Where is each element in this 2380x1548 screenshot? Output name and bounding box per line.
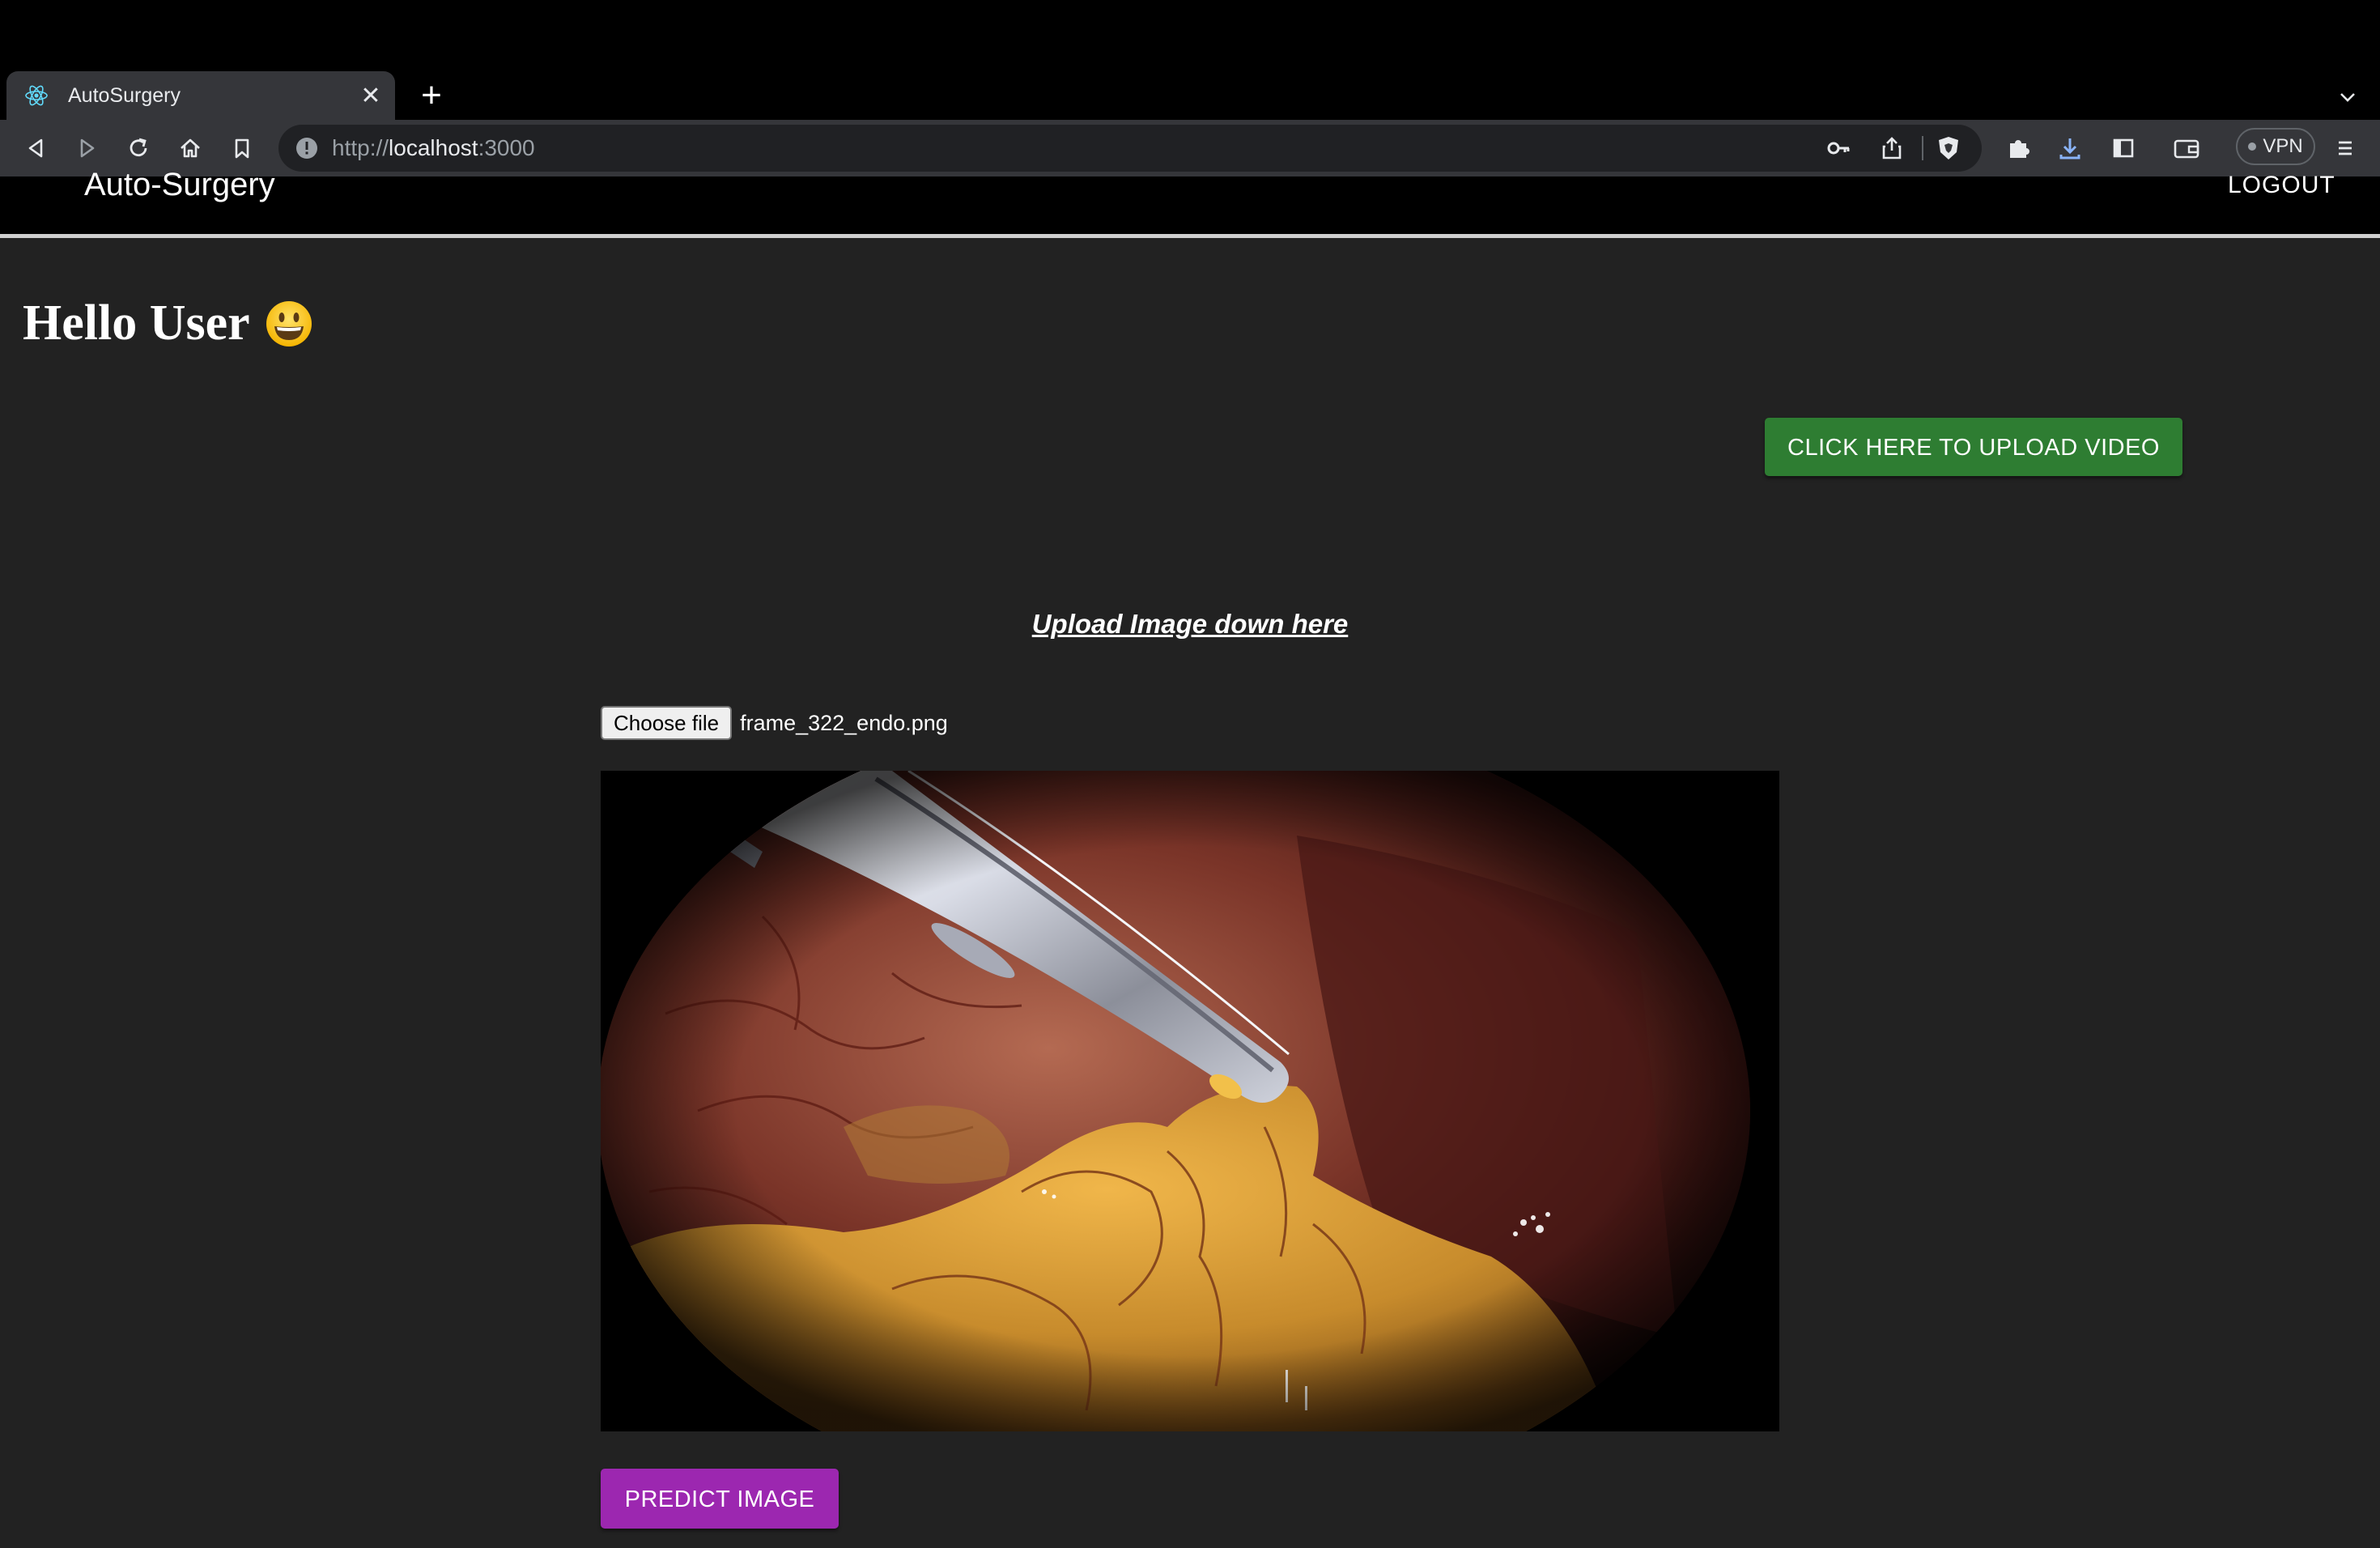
brave-shield-icon[interactable] (1932, 131, 1966, 165)
new-tab-icon[interactable]: + (413, 78, 450, 115)
vpn-button[interactable]: VPN (2236, 128, 2315, 165)
address-bar[interactable]: http://localhost:3000 (278, 125, 1982, 172)
endoscopy-image (601, 771, 1779, 1431)
browser-toolbar: http://localhost:3000 VPN (0, 120, 2380, 176)
wallet-icon[interactable] (2168, 130, 2205, 167)
app-navbar: Auto-Surgery LOGOUT (0, 167, 2380, 238)
download-icon[interactable] (2051, 130, 2089, 167)
bookmark-icon[interactable] (223, 130, 261, 167)
back-icon[interactable] (18, 130, 55, 167)
url-text: http://localhost:3000 (332, 135, 535, 160)
reload-icon[interactable] (120, 130, 157, 167)
forward-icon[interactable] (68, 130, 105, 167)
file-input[interactable]: Choose file frame_322_endo.png (601, 706, 948, 740)
chevron-down-icon[interactable] (2331, 81, 2364, 113)
vpn-label: VPN (2263, 135, 2303, 157)
brand-title[interactable]: Auto-Surgery (84, 167, 275, 203)
upload-image-heading: Upload Image down here (1031, 609, 1349, 639)
browser-tab-strip: AutoSurgery ✕ + (0, 0, 2380, 120)
logout-button[interactable]: LOGOUT (2228, 172, 2335, 199)
site-info-icon[interactable] (295, 136, 319, 160)
share-icon[interactable] (1875, 131, 1909, 165)
choose-file-button[interactable]: Choose file (601, 706, 733, 740)
key-icon[interactable] (1821, 131, 1855, 165)
greeting-text: Hello User (23, 296, 250, 351)
omnibox-divider (1922, 136, 1923, 160)
vpn-status-dot (2248, 142, 2257, 151)
grinning-face-icon (266, 300, 312, 347)
react-icon (24, 83, 49, 108)
sidebar-toggle-icon[interactable] (2105, 130, 2142, 167)
predict-image-button[interactable]: PREDICT IMAGE (601, 1469, 839, 1529)
menu-icon[interactable] (2327, 130, 2364, 167)
upload-video-button[interactable]: CLICK HERE TO UPLOAD VIDEO (1765, 418, 2182, 476)
home-icon[interactable] (172, 130, 209, 167)
close-tab-icon[interactable]: ✕ (355, 79, 387, 112)
uploaded-image-preview (601, 771, 1779, 1431)
page-title: Hello User (23, 295, 313, 352)
tab-title: AutoSurgery (68, 83, 181, 107)
browser-tab-active[interactable]: AutoSurgery ✕ (6, 71, 395, 120)
selected-file-name: frame_322_endo.png (740, 710, 948, 735)
extensions-icon[interactable] (2000, 130, 2037, 167)
